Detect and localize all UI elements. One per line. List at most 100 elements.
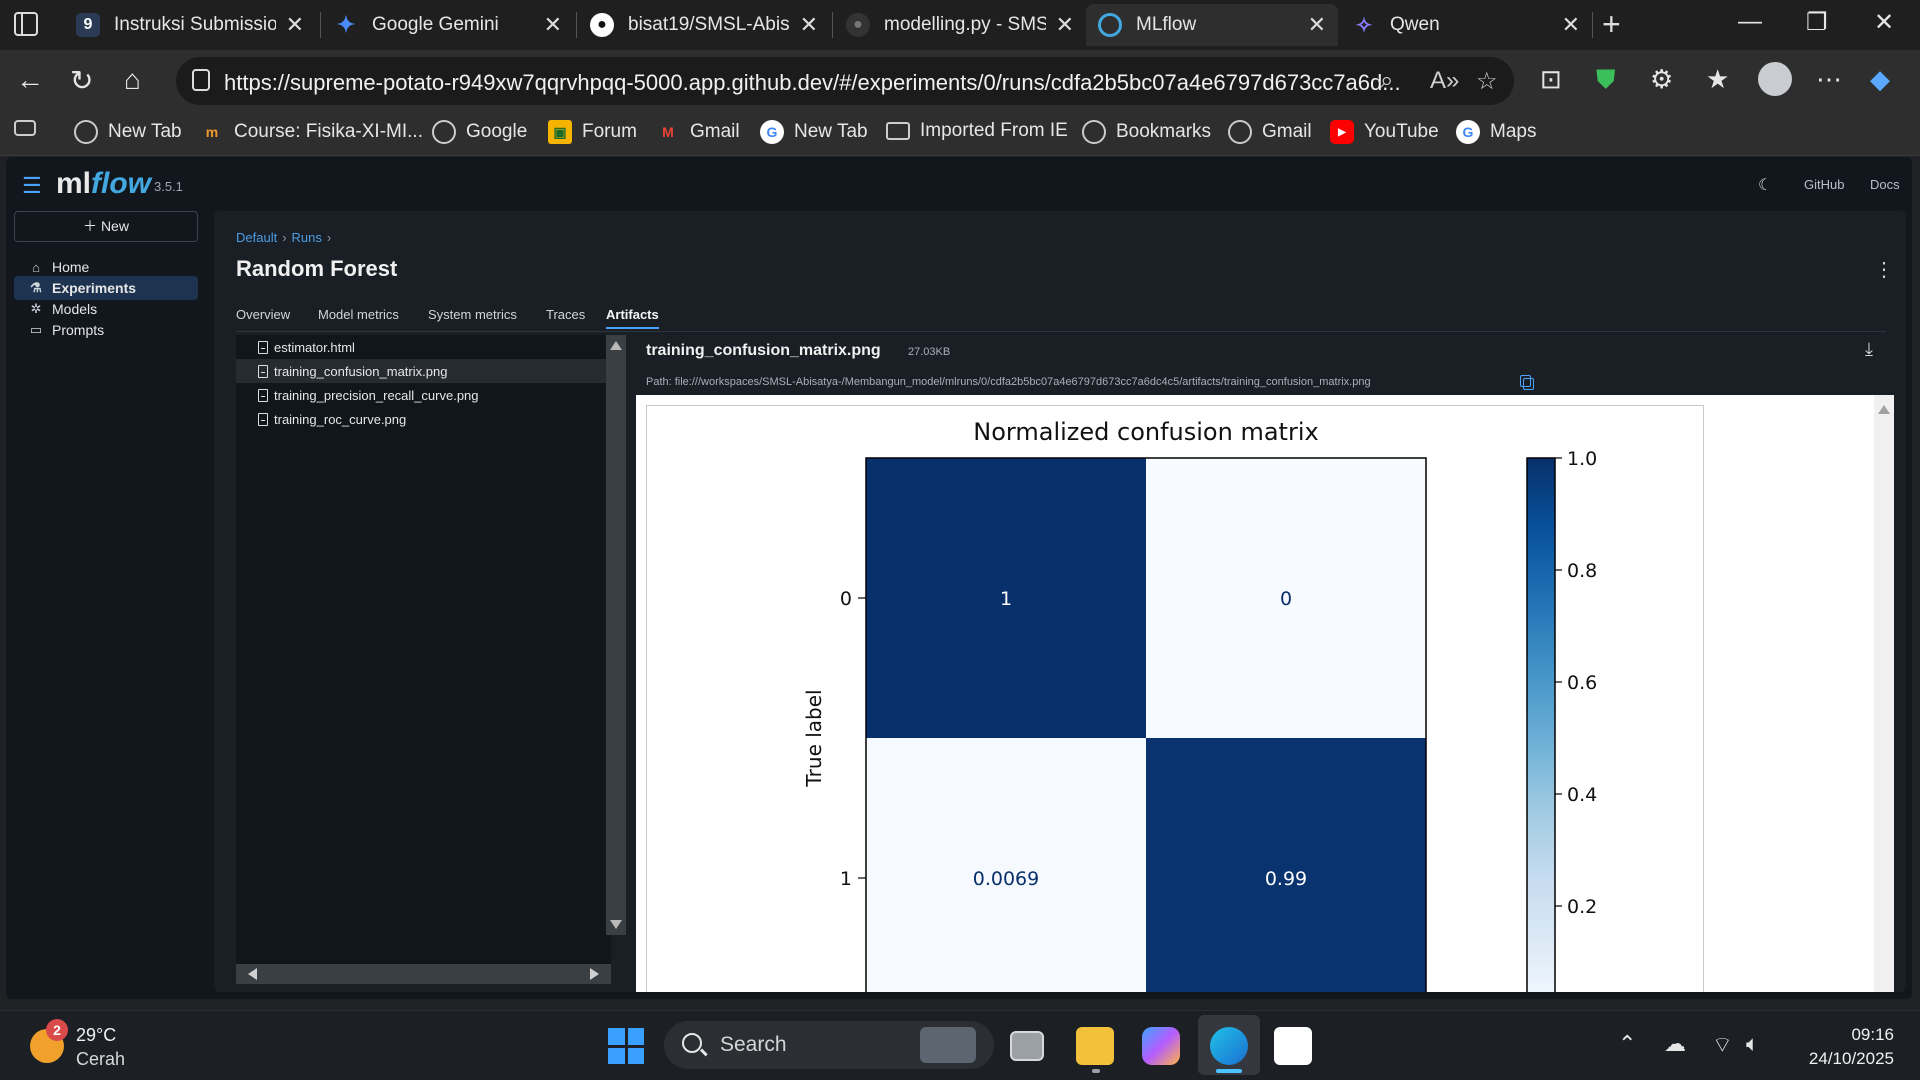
shield-icon[interactable]: ⛊ — [1596, 64, 1616, 96]
globe-icon — [74, 120, 98, 144]
extensions-icon[interactable]: ⚙ — [1650, 64, 1673, 95]
copilot-app-icon[interactable] — [1142, 1027, 1180, 1065]
system-clock[interactable]: 09:16 24/10/2025 — [1782, 1023, 1894, 1071]
reading-mode-icon[interactable] — [14, 120, 46, 136]
more-actions-icon[interactable]: ⋮ — [1874, 257, 1894, 282]
docs-link[interactable]: Docs — [1870, 177, 1900, 192]
back-icon[interactable]: ← — [16, 64, 44, 96]
close-tab-icon[interactable]: ✕ — [1056, 12, 1074, 38]
browser-tab[interactable]: ✦ Google Gemini ✕ — [322, 4, 574, 46]
wifi-icon[interactable]: ⌔ — [1712, 1031, 1733, 1059]
scroll-right-icon — [590, 968, 599, 980]
read-aloud-icon[interactable]: A» — [1430, 67, 1459, 95]
zoom-icon[interactable]: ⌕ — [1380, 67, 1393, 95]
start-icon[interactable] — [608, 1028, 644, 1064]
viewer-vertical-scrollbar[interactable] — [1874, 395, 1894, 992]
file-item[interactable]: training_roc_curve.png — [236, 407, 611, 431]
close-tab-icon[interactable]: ✕ — [1562, 12, 1580, 38]
tab-model-metrics[interactable]: Model metrics — [318, 307, 399, 322]
bookmark-item[interactable]: M Gmail — [656, 120, 739, 144]
bookmark-folder[interactable]: Imported From IE — [886, 120, 1068, 142]
menu-icon[interactable]: ☰ — [22, 173, 42, 199]
lock-icon[interactable] — [192, 69, 210, 91]
favorite-star-icon[interactable]: ☆ — [1476, 67, 1498, 96]
copy-icon[interactable] — [1520, 375, 1534, 390]
file-item[interactable]: training_precision_recall_curve.png — [236, 383, 611, 407]
file-explorer-icon[interactable] — [1076, 1027, 1114, 1065]
artifact-file-tree: estimator.html training_confusion_matrix… — [236, 335, 611, 978]
browser-tab[interactable]: ● bisat19/SMSL-Abisatya ✕ — [578, 4, 830, 46]
bookmark-item[interactable]: Gmail — [1228, 120, 1312, 144]
refresh-icon[interactable]: ↻ — [70, 64, 93, 97]
browser-tab[interactable]: ✧ Qwen ✕ — [1340, 4, 1592, 46]
close-tab-icon[interactable]: ✕ — [286, 12, 304, 38]
restore-icon[interactable]: ❐ — [1806, 8, 1828, 37]
bookmark-item[interactable]: Bookmarks — [1082, 120, 1211, 144]
tab-system-metrics[interactable]: System metrics — [428, 307, 517, 322]
download-icon[interactable]: ⤓ — [1865, 339, 1873, 360]
bookmark-item[interactable]: Google — [432, 120, 527, 144]
profile-avatar[interactable] — [1758, 62, 1792, 96]
close-tab-icon[interactable]: ✕ — [544, 12, 562, 38]
y-axis-label: True label — [802, 689, 826, 787]
copilot-icon[interactable]: ◆ — [1870, 64, 1890, 95]
screenshot-search-icon[interactable]: ⊡ — [1540, 64, 1562, 95]
close-tab-icon[interactable]: ✕ — [1308, 12, 1326, 38]
browser-tab[interactable]: ● modelling.py - SMSL- ✕ — [834, 4, 1086, 46]
globe-icon — [1228, 120, 1252, 144]
tab-actions-icon[interactable] — [14, 12, 38, 36]
mlflow-header: ☰ mlflow 3.5.1 ☾ GitHub Docs — [6, 157, 1912, 211]
windows-taskbar: 2 29°C Cerah Search ⌃ ☁ ⌔ 🔈︎ 09:16 24/10… — [0, 1010, 1920, 1080]
browser-tab-active[interactable]: MLflow ✕ — [1086, 4, 1338, 46]
close-tab-icon[interactable]: ✕ — [800, 12, 818, 38]
weather-temperature[interactable]: 29°C — [76, 1025, 116, 1046]
dark-mode-icon[interactable]: ☾ — [1758, 175, 1772, 195]
home-icon[interactable]: ⌂ — [124, 64, 141, 96]
more-menu-icon[interactable]: ⋯ — [1816, 64, 1842, 95]
bookmark-item[interactable]: New Tab — [74, 120, 182, 144]
bookmarks-bar: New Tab m Course: Fisika-XI-MI... Google … — [0, 112, 1920, 156]
edge-icon[interactable] — [1210, 1027, 1248, 1065]
task-view-icon[interactable] — [1010, 1031, 1044, 1061]
file-item[interactable]: estimator.html — [236, 335, 611, 359]
tab-artifacts[interactable]: Artifacts — [606, 307, 659, 329]
new-tab-icon[interactable]: + — [1602, 6, 1621, 43]
bookmark-item[interactable]: G New Tab — [760, 120, 868, 144]
tab-overview[interactable]: Overview — [236, 307, 290, 322]
globe-icon — [1082, 120, 1106, 144]
favorites-icon[interactable]: ★ — [1706, 64, 1729, 95]
onedrive-icon[interactable]: ☁ — [1664, 1031, 1686, 1057]
image-frame: Normalized confusion matrix 1 0 0.0069 0.99 0… — [646, 405, 1704, 992]
taskbar-search[interactable]: Search — [664, 1021, 994, 1069]
browser-tab[interactable]: 9 Instruksi Submission ✕ — [64, 4, 316, 46]
colorbar-tick-label: 0.2 — [1567, 896, 1597, 918]
heatmap-cell — [1146, 738, 1426, 992]
show-hidden-icons[interactable]: ⌃ — [1618, 1031, 1636, 1057]
tree-vertical-scrollbar[interactable] — [606, 335, 626, 935]
address-bar[interactable]: https://supreme-potato-r949xw7qqrvhpqq-5… — [176, 57, 1514, 105]
cell-value-label: 0 — [1280, 588, 1292, 610]
breadcrumb-runs[interactable]: Runs — [292, 230, 322, 245]
bookmark-item[interactable]: m Course: Fisika-XI-MI... — [200, 120, 423, 144]
store-icon[interactable] — [1274, 1027, 1312, 1065]
minimize-icon[interactable]: — — [1738, 8, 1762, 36]
search-placeholder: Search — [720, 1033, 787, 1056]
mlflow-logo[interactable]: mlflow — [56, 167, 151, 201]
weather-condition[interactable]: Cerah — [76, 1049, 125, 1070]
bookmark-item[interactable]: ▶ YouTube — [1330, 120, 1439, 144]
close-window-icon[interactable]: ✕ — [1874, 8, 1894, 37]
sidebar-item-prompts[interactable]: ▭ Prompts — [14, 318, 198, 342]
bookmark-item[interactable]: G Maps — [1456, 120, 1536, 144]
new-button[interactable]: ＋ New — [14, 211, 198, 242]
volume-icon[interactable]: 🔈︎ — [1746, 1031, 1759, 1057]
file-icon — [258, 412, 268, 426]
tree-horizontal-scrollbar[interactable] — [236, 964, 611, 984]
bookmark-item[interactable]: ▣ Forum — [548, 120, 637, 144]
google-icon: G — [760, 120, 784, 144]
tab-traces[interactable]: Traces — [546, 307, 585, 322]
file-item-selected[interactable]: training_confusion_matrix.png — [236, 359, 611, 383]
github-link[interactable]: GitHub — [1804, 177, 1844, 192]
url-text[interactable]: https://supreme-potato-r949xw7qqrvhpqq-5… — [224, 70, 1401, 96]
cell-value-label: 0.0069 — [973, 868, 1039, 890]
breadcrumb-default[interactable]: Default — [236, 230, 277, 245]
